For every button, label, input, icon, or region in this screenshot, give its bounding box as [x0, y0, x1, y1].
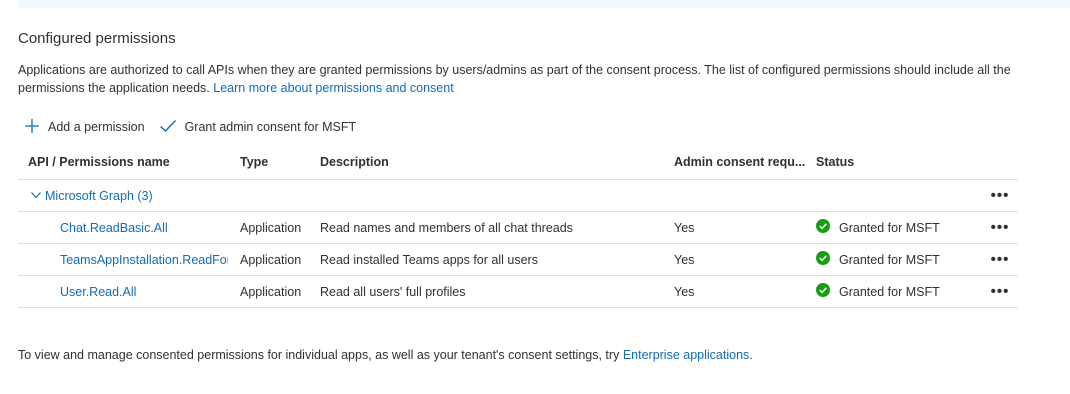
permission-name: User.Read.All — [60, 284, 137, 299]
column-header-api[interactable]: API / Permissions name — [18, 145, 230, 180]
success-check-icon — [816, 251, 839, 268]
more-icon[interactable]: ••• — [972, 179, 1018, 212]
column-header-actions — [972, 145, 1018, 180]
column-header-type[interactable]: Type — [230, 145, 310, 180]
admin-consent-required: Yes — [664, 243, 806, 276]
table-row: Chat.ReadBasic.All Application Read name… — [18, 211, 1018, 244]
enterprise-applications-link[interactable]: Enterprise applications — [623, 348, 749, 362]
plus-icon — [24, 118, 48, 137]
checkmark-icon — [159, 119, 185, 136]
group-row-microsoft-graph: Microsoft Graph (3) ••• — [18, 179, 1018, 212]
column-header-status[interactable]: Status — [806, 145, 972, 180]
footer-description: To view and manage consented permissions… — [18, 348, 620, 362]
permissions-toolbar: Add a permission Grant admin consent for… — [24, 117, 370, 137]
permission-name-link[interactable]: User.Read.All — [18, 275, 230, 308]
permissions-table: API / Permissions name Type Description … — [18, 145, 1018, 308]
chevron-down-icon — [30, 189, 45, 203]
permission-name: Chat.ReadBasic.All — [60, 220, 168, 235]
add-permission-button[interactable]: Add a permission — [24, 118, 145, 137]
add-permission-label: Add a permission — [48, 120, 145, 134]
permission-name-link[interactable]: TeamsAppInstallation.ReadForUser.All — [18, 243, 230, 276]
status-text: Granted for MSFT — [839, 220, 940, 235]
permission-description: Read installed Teams apps for all users — [310, 243, 664, 276]
permission-type: Application — [230, 275, 310, 308]
status-cell: Granted for MSFT — [806, 275, 972, 308]
footer-text: To view and manage consented permissions… — [18, 348, 753, 362]
status-text: Granted for MSFT — [839, 252, 940, 267]
permission-description: Read all users' full profiles — [310, 275, 664, 308]
status-cell: Granted for MSFT — [806, 243, 972, 276]
footer-period: . — [749, 348, 753, 362]
table-header-row: API / Permissions name Type Description … — [18, 145, 1018, 180]
table-row: TeamsAppInstallation.ReadForUser.All App… — [18, 243, 1018, 276]
top-banner — [18, 0, 1070, 8]
admin-consent-required: Yes — [664, 211, 806, 244]
section-title: Configured permissions — [18, 30, 176, 47]
admin-consent-required: Yes — [664, 275, 806, 308]
group-cell: Microsoft Graph (3) — [18, 179, 972, 212]
grant-admin-consent-button[interactable]: Grant admin consent for MSFT — [159, 119, 357, 136]
more-icon[interactable]: ••• — [972, 243, 1018, 276]
table-row: User.Read.All Application Read all users… — [18, 275, 1018, 308]
success-check-icon — [816, 219, 839, 236]
column-header-admin-consent[interactable]: Admin consent requ... — [664, 145, 806, 180]
group-toggle-microsoft-graph[interactable]: Microsoft Graph (3) — [30, 189, 153, 203]
status-cell: Granted for MSFT — [806, 211, 972, 244]
learn-more-link[interactable]: Learn more about permissions and consent — [213, 81, 453, 95]
permission-type: Application — [230, 211, 310, 244]
permission-description: Read names and members of all chat threa… — [310, 211, 664, 244]
intro-text: Applications are authorized to call APIs… — [18, 61, 1028, 97]
column-header-description[interactable]: Description — [310, 145, 664, 180]
permission-name: TeamsAppInstallation.ReadForUser.All — [60, 252, 228, 267]
grant-admin-consent-label: Grant admin consent for MSFT — [184, 120, 357, 134]
group-label: Microsoft Graph (3) — [45, 188, 153, 203]
more-icon[interactable]: ••• — [972, 275, 1018, 308]
permission-name-link[interactable]: Chat.ReadBasic.All — [18, 211, 230, 244]
status-text: Granted for MSFT — [839, 284, 940, 299]
success-check-icon — [816, 283, 839, 300]
permission-type: Application — [230, 243, 310, 276]
intro-description: Applications are authorized to call APIs… — [18, 63, 1011, 95]
more-icon[interactable]: ••• — [972, 211, 1018, 244]
